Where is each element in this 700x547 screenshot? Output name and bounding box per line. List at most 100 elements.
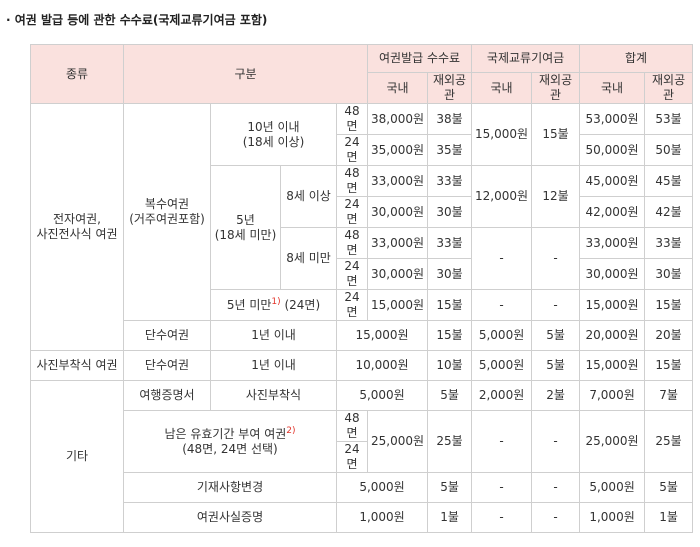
cell-fund-ovs: 5불 <box>531 320 581 351</box>
cell-fee-ovs: 25불 <box>427 410 473 473</box>
cell-fee-dom: 30,000원 <box>367 196 429 228</box>
cell-tot-dom: 5,000원 <box>579 472 646 503</box>
cell-pages: 48면 <box>335 227 369 259</box>
label-fact-cert: 여권사실증명 <box>123 502 337 533</box>
cell-fee-ovs: 33불 <box>427 165 473 197</box>
cell-tot-dom: 33,000원 <box>579 227 646 259</box>
cell-fund-dom: - <box>471 227 533 290</box>
cell-tot-ovs: 5불 <box>644 472 694 503</box>
cell-fund-dom: 5,000원 <box>471 320 533 351</box>
header-kind: 종류 <box>30 44 124 104</box>
cell-fund-dom: - <box>471 410 533 473</box>
page-title: · 여권 발급 등에 관한 수수료(국제교류기여금 포함) <box>6 13 268 27</box>
cell-fee-ovs: 5불 <box>427 380 473 411</box>
cell-tot-ovs: 30불 <box>644 258 694 290</box>
header-domestic: 국내 <box>471 72 533 104</box>
label-age8-over: 8세 이상 <box>280 165 337 228</box>
label-within-1y: 1년 이내 <box>210 350 337 381</box>
cell-tot-ovs: 53불 <box>644 103 694 135</box>
cell-fund-ovs: - <box>531 502 581 533</box>
cell-fund-ovs: 2불 <box>531 380 581 411</box>
cell-fee-dom: 35,000원 <box>367 134 429 166</box>
cell-fee-dom: 33,000원 <box>367 227 429 259</box>
cell-pages: 48면 <box>335 410 369 442</box>
cell-pages: 24면 <box>335 134 369 166</box>
cell-pages: 24면 <box>335 258 369 290</box>
label-photo-attach: 사진부착식 <box>210 380 337 411</box>
cell-tot-ovs: 33불 <box>644 227 694 259</box>
header-overseas: 재외공관 <box>427 72 473 104</box>
cell-tot-dom: 25,000원 <box>579 410 646 473</box>
cell-tot-ovs: 42불 <box>644 196 694 228</box>
label-under5: 5년 미만1) (24면) <box>210 289 337 321</box>
cell-fee-dom: 5,000원 <box>335 472 429 503</box>
cell-fee-dom: 25,000원 <box>367 410 429 473</box>
footnote-2: 2) <box>286 425 296 436</box>
cell-fee-ovs: 33불 <box>427 227 473 259</box>
cell-fund-ovs: - <box>531 472 581 503</box>
cell-fund-dom: - <box>471 472 533 503</box>
cell-tot-dom: 53,000원 <box>579 103 646 135</box>
cell-fee-dom: 1,000원 <box>335 502 429 533</box>
cell-fund-ovs: 12불 <box>531 165 581 228</box>
cell-fee-ovs: 10불 <box>427 350 473 381</box>
cell-fee-ovs: 15불 <box>427 289 473 321</box>
fee-table: 종류 구분 여권발급 수수료 국제교류기여금 합계 국내 재외공관 국내 재외공… <box>30 44 694 533</box>
label-ten-year: 10년 이내 (18세 이상) <box>210 103 337 166</box>
cell-fund-dom: 15,000원 <box>471 103 533 166</box>
cell-fee-dom: 33,000원 <box>367 165 429 197</box>
cell-tot-dom: 20,000원 <box>579 320 646 351</box>
remaining-pages: (48면, 24면 선택) <box>182 441 278 456</box>
cell-tot-dom: 50,000원 <box>579 134 646 166</box>
header-domestic: 국내 <box>579 72 646 104</box>
cell-fee-ovs: 30불 <box>427 196 473 228</box>
label-age8-under: 8세 미만 <box>280 227 337 290</box>
cell-fund-ovs: 15불 <box>531 103 581 166</box>
cell-tot-dom: 15,000원 <box>579 350 646 381</box>
header-issue-fee: 여권발급 수수료 <box>367 44 473 73</box>
cell-fee-ovs: 1불 <box>427 502 473 533</box>
cell-fee-ovs: 35불 <box>427 134 473 166</box>
label-single: 단수여권 <box>123 320 211 351</box>
cell-tot-ovs: 1불 <box>644 502 694 533</box>
label-record-change: 기재사항변경 <box>123 472 337 503</box>
cell-tot-ovs: 15불 <box>644 350 694 381</box>
cell-fund-ovs: - <box>531 410 581 473</box>
cell-tot-dom: 1,000원 <box>579 502 646 533</box>
header-total: 합계 <box>579 44 694 73</box>
cell-tot-ovs: 25불 <box>644 410 694 473</box>
cell-tot-ovs: 50불 <box>644 134 694 166</box>
cell-pages: 24면 <box>335 289 369 321</box>
cell-fee-ovs: 15불 <box>427 320 473 351</box>
cell-pages: 24면 <box>335 196 369 228</box>
cell-pages: 48면 <box>335 103 369 135</box>
cell-fee-ovs: 38불 <box>427 103 473 135</box>
cell-tot-ovs: 20불 <box>644 320 694 351</box>
label-single: 단수여권 <box>123 350 211 381</box>
cell-fund-ovs: - <box>531 227 581 290</box>
cell-tot-dom: 15,000원 <box>579 289 646 321</box>
cell-fund-ovs: - <box>531 289 581 321</box>
cell-fund-dom: 2,000원 <box>471 380 533 411</box>
cell-tot-dom: 42,000원 <box>579 196 646 228</box>
cell-fund-dom: 12,000원 <box>471 165 533 228</box>
cell-fee-dom: 10,000원 <box>335 350 429 381</box>
cell-fee-ovs: 30불 <box>427 258 473 290</box>
cell-fund-dom: 5,000원 <box>471 350 533 381</box>
cell-pages: 48면 <box>335 165 369 197</box>
group-photo-attached: 사진부착식 여권 <box>30 350 124 381</box>
footnote-1: 1) <box>271 296 281 307</box>
label-multiple: 복수여권 (거주여권포함) <box>123 103 211 321</box>
header-category: 구분 <box>122 44 369 104</box>
cell-tot-dom: 7,000원 <box>579 380 646 411</box>
cell-fee-dom: 38,000원 <box>367 103 429 135</box>
cell-tot-ovs: 45불 <box>644 165 694 197</box>
cell-fee-ovs: 5불 <box>427 472 473 503</box>
cell-fund-dom: - <box>471 289 533 321</box>
remaining-text: 남은 유효기간 부여 여권 <box>164 426 287 441</box>
group-other: 기타 <box>30 380 124 533</box>
header-intl-fund: 국제교류기여금 <box>471 44 581 73</box>
label-remaining-validity: 남은 유효기간 부여 여권2) (48면, 24면 선택) <box>123 410 337 473</box>
label-travel-cert: 여행증명서 <box>123 380 211 411</box>
under5-pages: (24면) <box>284 297 321 312</box>
